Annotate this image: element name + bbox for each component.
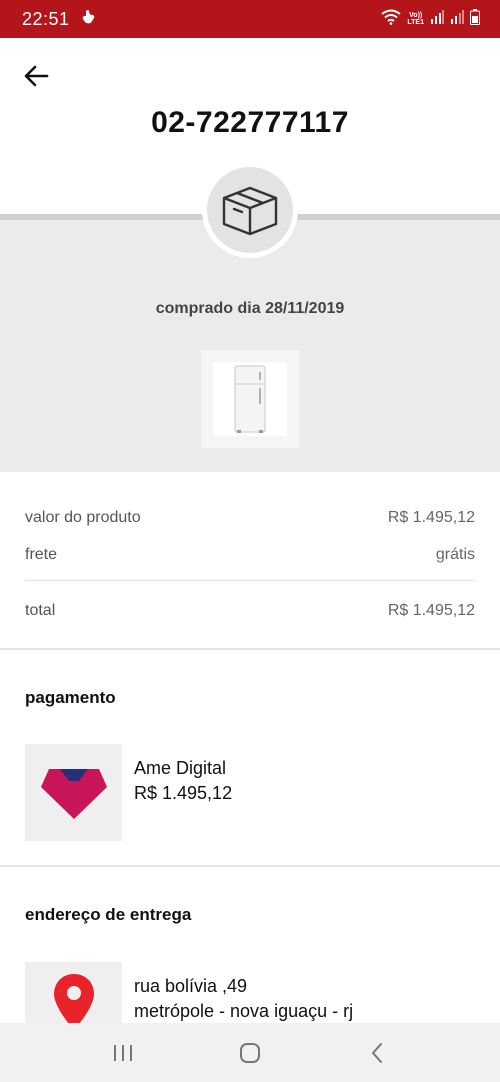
box-icon — [222, 186, 278, 236]
ame-logo-icon — [40, 768, 107, 819]
total-value: R$ 1.495,12 — [387, 602, 475, 619]
signal-icon-2 — [450, 9, 464, 29]
shipping-label: frete — [25, 546, 58, 563]
recent-apps-icon — [114, 1044, 133, 1061]
status-icons: Vo)) LTE1 — [381, 8, 480, 30]
home-icon — [239, 1042, 260, 1063]
status-circle — [207, 167, 293, 253]
address-line-1: rua bolívia ,49 — [134, 976, 248, 996]
back-chevron-icon — [371, 1042, 382, 1063]
recent-apps-button[interactable] — [93, 1031, 153, 1075]
product-thumbnail[interactable] — [201, 350, 299, 448]
location-pin-tile — [25, 962, 122, 1023]
address-title: endereço de entrega — [25, 905, 192, 924]
purchase-date: comprado dia 28/11/2019 — [155, 300, 345, 317]
payment-method: Ame Digital — [134, 758, 227, 778]
home-button[interactable] — [220, 1031, 280, 1075]
volte-indicator: Vo)) LTE1 — [407, 12, 424, 26]
status-time: 22:51 — [22, 8, 70, 29]
notification-icon — [82, 9, 96, 29]
product-value: R$ 1.495,12 — [387, 509, 475, 526]
payment-title: pagamento — [25, 688, 116, 707]
shipping-value: grátis — [435, 546, 475, 563]
shipping-row: frete grátis — [25, 546, 475, 564]
back-nav-button[interactable] — [347, 1031, 407, 1075]
location-pin-icon — [53, 974, 94, 1023]
address-line-2: metrópole - nova iguaçu - rj — [134, 1001, 354, 1021]
status-bar: 22:51 Vo)) LTE1 — [0, 0, 500, 38]
wifi-icon — [381, 9, 402, 30]
summary-divider — [25, 580, 475, 581]
product-value-label: valor do produto — [25, 509, 141, 526]
total-label: total — [25, 602, 56, 619]
product-value-row: valor do produto R$ 1.495,12 — [25, 509, 475, 527]
order-summary: valor do produto R$ 1.495,12 frete gráti… — [0, 472, 500, 650]
order-number: 02-722777117 — [151, 106, 349, 139]
back-button[interactable] — [16, 58, 56, 94]
section-divider — [0, 648, 500, 650]
ame-logo-tile — [25, 744, 122, 841]
refrigerator-image — [234, 365, 266, 433]
back-arrow-icon — [24, 65, 49, 87]
volte-bottom-text: LTE1 — [407, 19, 424, 26]
section-divider — [0, 865, 500, 867]
volte-top-text: Vo)) — [409, 12, 423, 19]
product-image-frame — [213, 362, 287, 436]
payment-details: Ame Digital R$ 1.495,12 — [134, 756, 232, 806]
system-nav-bar — [0, 1023, 500, 1082]
payment-amount: R$ 1.495,12 — [134, 783, 233, 803]
battery-icon — [470, 8, 480, 30]
signal-icon — [430, 9, 444, 29]
total-row: total R$ 1.495,12 — [25, 602, 475, 620]
address-details: rua bolívia ,49 metrópole - nova iguaçu … — [134, 974, 353, 1024]
